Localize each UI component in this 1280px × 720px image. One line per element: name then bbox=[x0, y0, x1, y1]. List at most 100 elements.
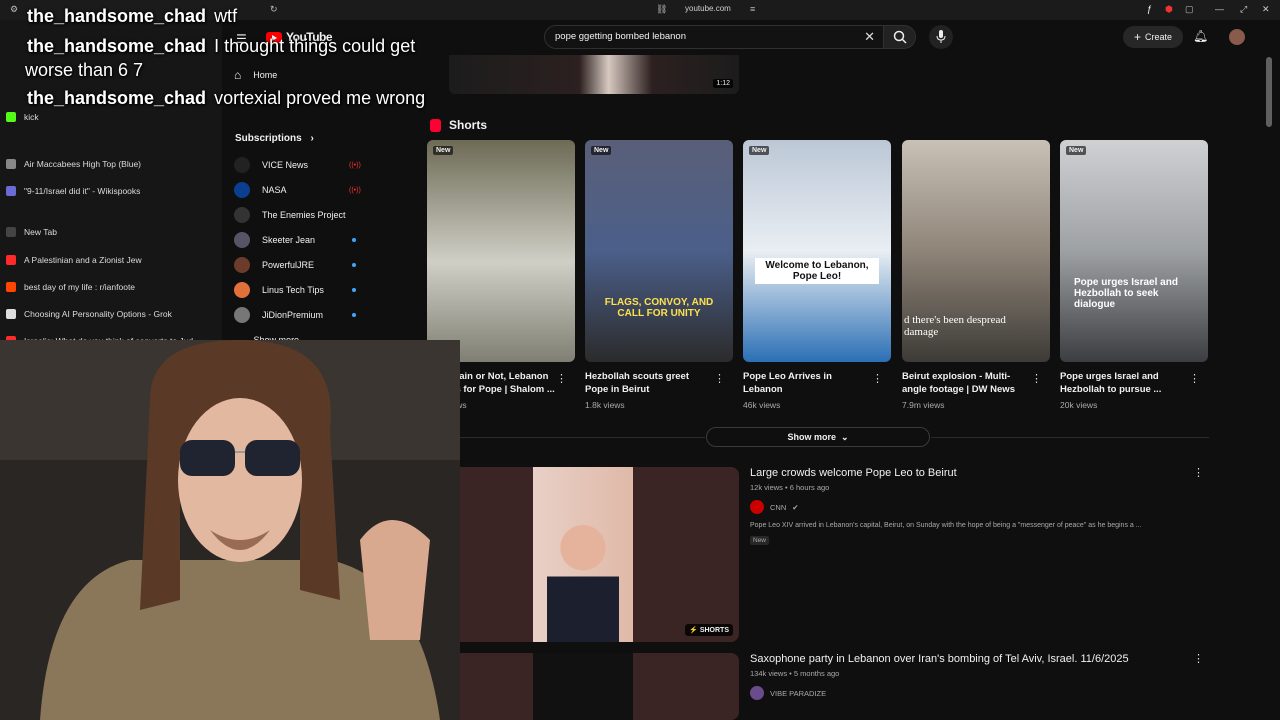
more-options-icon[interactable]: ⋮ bbox=[556, 372, 567, 385]
subscription-item[interactable]: NASA ((•)) bbox=[234, 180, 361, 200]
subscriptions-heading[interactable]: Subscriptions › bbox=[235, 133, 314, 144]
subscription-item[interactable]: PowerfulJRE bbox=[234, 255, 356, 275]
short-views: 1.8k views bbox=[585, 400, 625, 410]
more-options-icon[interactable]: ⋮ bbox=[1193, 466, 1204, 479]
chat-message: worse than 6 7 bbox=[25, 60, 143, 81]
chat-message: the_handsome_chad wtf bbox=[27, 6, 237, 27]
short-thumbnail[interactable]: d there's been despread damage bbox=[902, 140, 1050, 362]
subscription-item[interactable]: The Enemies Project bbox=[234, 205, 346, 225]
new-badge: New bbox=[1066, 146, 1087, 155]
adblock-icon[interactable]: ⬢ bbox=[1165, 4, 1173, 15]
close-icon[interactable]: ✕ bbox=[1262, 4, 1270, 15]
browser-tab-label: A Palestinian and a Zionist Jew bbox=[24, 255, 142, 265]
more-options-icon[interactable]: ⋮ bbox=[872, 372, 883, 385]
microphone-icon bbox=[936, 30, 946, 43]
short-card[interactable]: New FLAGS, CONVOY, AND CALL FOR UNITY Hezb… bbox=[585, 140, 733, 410]
subscription-item[interactable]: Skeeter Jean bbox=[234, 230, 356, 250]
more-options-icon[interactable]: ⋮ bbox=[1193, 652, 1204, 665]
video-title[interactable]: Saxophone party in Lebanon over Iran's b… bbox=[750, 653, 1180, 665]
minimize-icon[interactable]: — bbox=[1215, 4, 1224, 14]
avatar[interactable] bbox=[1229, 29, 1245, 45]
channel-name: VIBE PARADIZE bbox=[770, 688, 827, 698]
browser-tab[interactable]: Air Maccabees High Top (Blue) bbox=[6, 153, 216, 175]
extension-icon[interactable]: ƒ bbox=[1147, 4, 1152, 14]
short-card[interactable]: New Pope urges Israel and Hezbollah to se… bbox=[1060, 140, 1208, 410]
chat-username: the_handsome_chad bbox=[27, 88, 207, 108]
subscription-name: NASA bbox=[262, 185, 287, 195]
live-indicator-icon: ((•)) bbox=[349, 186, 361, 194]
maximize-icon[interactable]: ⤢ bbox=[1240, 4, 1247, 15]
short-thumbnail[interactable]: New Welcome to Lebanon, Pope Leo! bbox=[743, 140, 891, 362]
short-views: 20k views bbox=[1060, 400, 1098, 410]
video-result[interactable]: ⚡ SHORTS bbox=[427, 467, 739, 642]
video-info: Saxophone party in Lebanon over Iran's b… bbox=[750, 653, 1180, 700]
link-icon[interactable]: ⛓ bbox=[656, 4, 667, 15]
clear-search-icon[interactable]: ✕ bbox=[864, 29, 875, 45]
new-content-dot bbox=[352, 288, 356, 292]
channel-avatar bbox=[234, 182, 250, 198]
subscription-item[interactable]: VICE News ((•)) bbox=[234, 155, 361, 175]
favicon-icon bbox=[6, 112, 16, 122]
channel-row[interactable]: VIBE PARADIZE bbox=[750, 686, 1180, 700]
video-thumbnail[interactable]: 1:12 bbox=[449, 55, 739, 94]
chat-text: vortexial proved me wrong bbox=[214, 88, 426, 108]
search-input[interactable] bbox=[555, 31, 855, 42]
notifications-bell-icon[interactable]: 🔔︎ bbox=[1193, 29, 1208, 43]
browser-tab[interactable]: A Palestinian and a Zionist Jew bbox=[6, 249, 216, 271]
subscription-name: JiDionPremium bbox=[262, 310, 324, 320]
create-button[interactable]: + Create bbox=[1123, 26, 1183, 48]
short-overlay-text: Pope urges Israel and Hezbollah to seek … bbox=[1074, 277, 1178, 310]
short-title[interactable]: Pope Leo Arrives in Lebanon bbox=[743, 370, 871, 396]
search-button[interactable] bbox=[884, 25, 916, 49]
subscription-item[interactable]: Linus Tech Tips bbox=[234, 280, 356, 300]
more-options-icon[interactable]: ⋮ bbox=[714, 372, 725, 385]
channel-avatar bbox=[234, 157, 250, 173]
subscription-name: PowerfulJRE bbox=[262, 260, 315, 270]
favicon-icon bbox=[6, 282, 16, 292]
short-card[interactable]: New Welcome to Lebanon, Pope Leo! Pope Leo… bbox=[743, 140, 891, 410]
short-thumbnail[interactable]: New bbox=[427, 140, 575, 362]
search-icon bbox=[893, 30, 907, 44]
shorts-tag: ⚡ SHORTS bbox=[685, 624, 733, 636]
channel-avatar bbox=[234, 232, 250, 248]
menu-icon[interactable]: ⚙ bbox=[10, 4, 18, 15]
scrollbar[interactable] bbox=[1266, 57, 1272, 127]
browser-tab[interactable]: kick bbox=[6, 106, 216, 128]
video-result[interactable] bbox=[427, 653, 739, 720]
live-indicator-icon: ((•)) bbox=[349, 161, 361, 169]
short-thumbnail[interactable]: New Pope urges Israel and Hezbollah to se… bbox=[1060, 140, 1208, 362]
short-thumbnail[interactable]: New FLAGS, CONVOY, AND CALL FOR UNITY bbox=[585, 140, 733, 362]
more-options-icon[interactable]: ⋮ bbox=[1189, 372, 1200, 385]
settings-icon[interactable]: ≡ bbox=[750, 4, 755, 14]
more-options-icon[interactable]: ⋮ bbox=[1031, 372, 1042, 385]
video-thumbnail[interactable] bbox=[427, 653, 739, 720]
new-content-dot bbox=[352, 313, 356, 317]
video-thumbnail[interactable]: ⚡ SHORTS bbox=[427, 467, 739, 642]
voice-search-button[interactable] bbox=[929, 25, 953, 49]
shorts-section-header: Shorts bbox=[430, 118, 487, 132]
channel-row[interactable]: CNN ✔ bbox=[750, 500, 1180, 514]
browser-tab[interactable]: Choosing AI Personality Options - Grok bbox=[6, 303, 216, 325]
shorts-icon bbox=[430, 118, 441, 132]
shorts-show-more-button[interactable]: Show more ⌄ bbox=[706, 427, 930, 447]
sidebar-item-home[interactable]: ⌂ Home bbox=[234, 65, 277, 85]
favicon-icon bbox=[6, 309, 16, 319]
short-title[interactable]: Hezbollah scouts greet Pope in Beirut bbox=[585, 370, 713, 396]
search-bar: ✕ bbox=[544, 25, 884, 49]
short-title[interactable]: Beirut explosion - Multi-angle footage |… bbox=[902, 370, 1030, 396]
sidebar-icon[interactable]: ▢ bbox=[1185, 4, 1194, 15]
new-badge: New bbox=[749, 146, 770, 155]
short-views: 7.9m views bbox=[902, 400, 945, 410]
short-card[interactable]: d there's been despread damage Beirut exp… bbox=[902, 140, 1050, 410]
subscription-name: The Enemies Project bbox=[262, 210, 346, 220]
video-metadata: 134k views • 5 months ago bbox=[750, 669, 840, 678]
chat-message: the_handsome_chad vortexial proved me wro… bbox=[27, 88, 425, 109]
short-title[interactable]: Pope urges Israel and Hezbollah to pursu… bbox=[1060, 370, 1188, 396]
browser-tab[interactable]: best day of my life : r/ianfoote bbox=[6, 276, 216, 298]
browser-tab[interactable]: New Tab bbox=[6, 221, 216, 243]
browser-tab[interactable]: "9-11/Israel did it" - Wikispooks bbox=[6, 180, 216, 202]
subscription-item[interactable]: JiDionPremium bbox=[234, 305, 356, 325]
reload-icon[interactable]: ↻ bbox=[270, 4, 278, 15]
video-title[interactable]: Large crowds welcome Pope Leo to Beirut bbox=[750, 467, 1180, 479]
address-bar[interactable]: youtube.com bbox=[685, 4, 731, 13]
